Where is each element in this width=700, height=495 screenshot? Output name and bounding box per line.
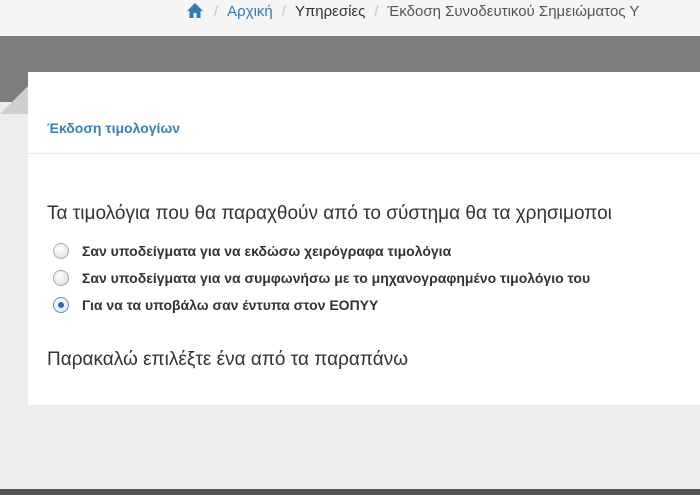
radio-button[interactable] bbox=[53, 243, 69, 259]
breadcrumb: / Αρχική / Υπηρεσίες / Έκδοση Συνοδευτικού Ση… bbox=[0, 0, 700, 36]
breadcrumb-separator: / bbox=[214, 3, 219, 20]
radio-button[interactable] bbox=[53, 270, 69, 286]
option-label[interactable]: Σαν υποδείγματα για να εκδώσω χειρόγραφα… bbox=[82, 242, 451, 260]
home-icon[interactable] bbox=[185, 0, 205, 22]
panel-title: Έκδοση τιμολογίων bbox=[47, 120, 181, 136]
radio-button-selected[interactable] bbox=[53, 297, 69, 313]
breadcrumb-services[interactable]: Υπηρεσίες bbox=[295, 0, 365, 24]
breadcrumb-separator: / bbox=[281, 3, 286, 20]
breadcrumb-separator: / bbox=[374, 3, 379, 20]
panel-tab bbox=[42, 72, 700, 102]
usage-question: Τα τιμολόγια που θα παραχθούν από το σύσ… bbox=[47, 203, 612, 224]
selection-hint: Παρακαλώ επιλέξτε ένα από τα παραπάνω bbox=[47, 349, 409, 370]
panel-divider bbox=[28, 153, 700, 154]
option-label[interactable]: Για να τα υποβάλω σαν έντυπα στον ΕΟΠΥΥ bbox=[82, 296, 378, 314]
breadcrumb-home-link[interactable]: Αρχική bbox=[227, 0, 273, 24]
option-label[interactable]: Σαν υποδείγματα για να συμφωνήσω με το μ… bbox=[82, 269, 590, 287]
footer-bar bbox=[0, 489, 700, 495]
breadcrumb-current: Έκδοση Συνοδευτικού Σημειώματος Υ bbox=[387, 3, 640, 20]
